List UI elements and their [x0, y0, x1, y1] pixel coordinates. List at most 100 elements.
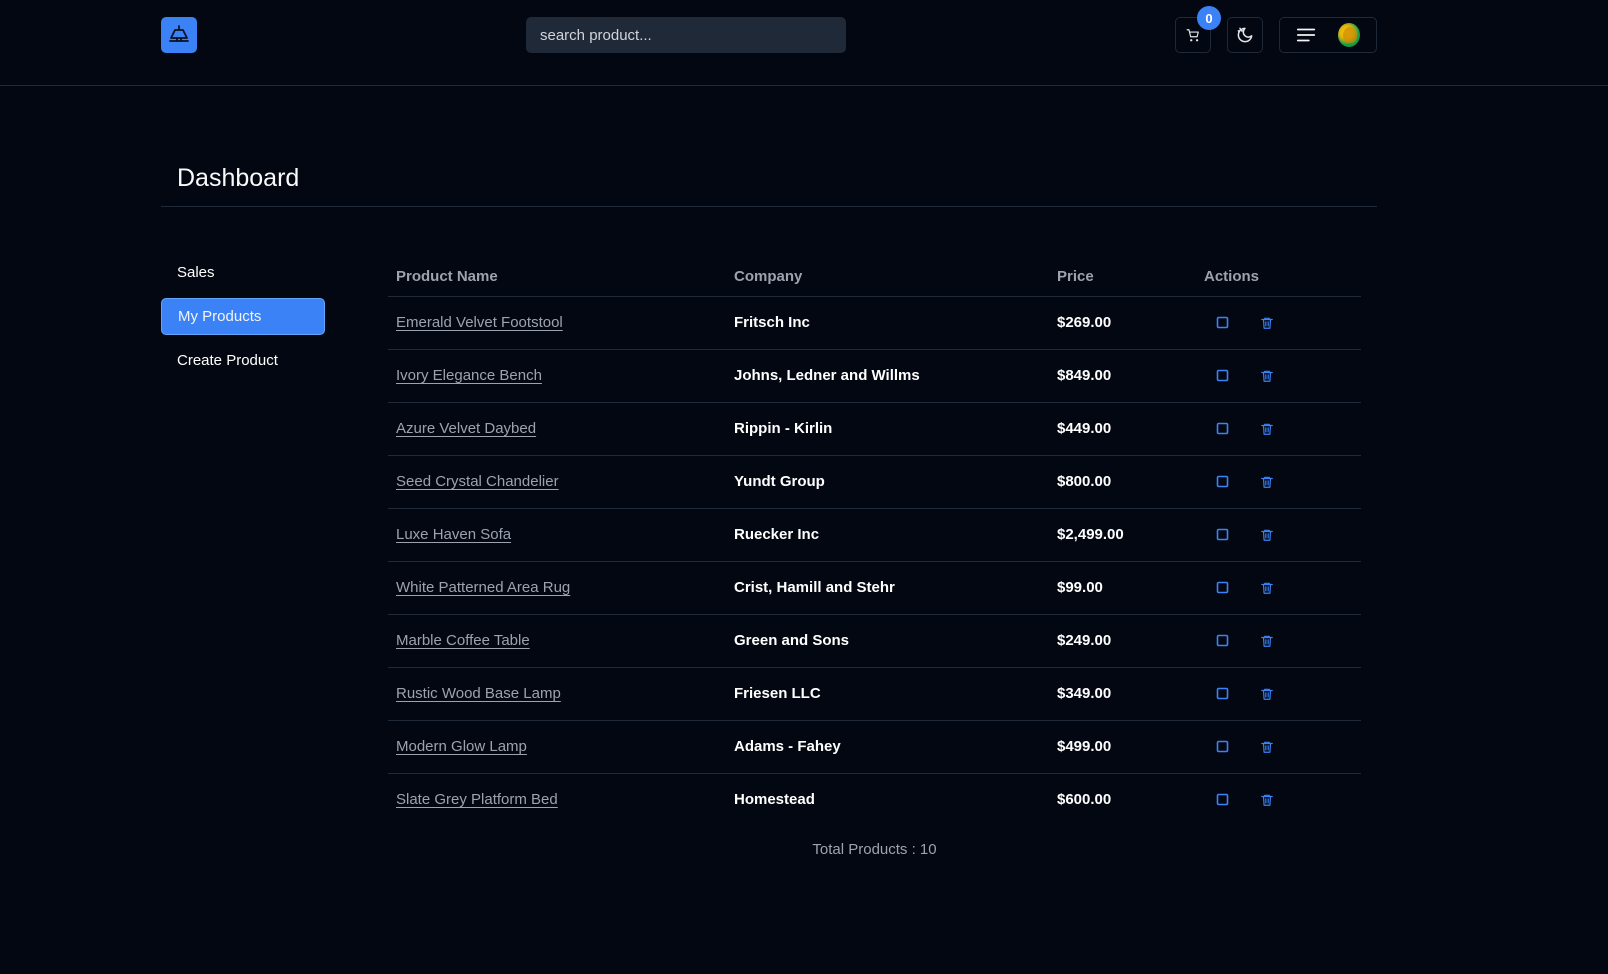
product-link[interactable]: Azure Velvet Daybed [396, 420, 536, 437]
trash-icon [1261, 317, 1273, 329]
product-link[interactable]: Luxe Haven Sofa [396, 526, 511, 543]
price-cell: $249.00 [1049, 614, 1196, 668]
edit-button[interactable] [1215, 316, 1229, 330]
product-link[interactable]: White Patterned Area Rug [396, 579, 570, 596]
title-divider [161, 206, 1377, 207]
delete-button[interactable] [1260, 687, 1274, 701]
sidebar-item-my-products[interactable]: My Products [161, 298, 325, 335]
sidebar-item-sales[interactable]: Sales [161, 254, 325, 291]
price-cell: $800.00 [1049, 455, 1196, 509]
avatar [1338, 23, 1360, 47]
edit-icon [1216, 475, 1228, 488]
column-header-actions: Actions [1196, 258, 1361, 297]
menu-icon [1296, 28, 1316, 42]
user-menu-button[interactable] [1279, 17, 1377, 53]
row-actions [1204, 581, 1353, 595]
price-cell: $449.00 [1049, 402, 1196, 456]
delete-button[interactable] [1260, 740, 1274, 754]
row-actions [1204, 740, 1353, 754]
table-row: Marble Coffee Table Green and Sons $249.00 [388, 614, 1361, 668]
trash-icon [1261, 423, 1273, 435]
actions-cell [1196, 349, 1361, 403]
product-link[interactable]: Seed Crystal Chandelier [396, 473, 559, 490]
edit-button[interactable] [1215, 740, 1229, 754]
product-name-cell: Marble Coffee Table [388, 614, 726, 668]
edit-button[interactable] [1215, 793, 1229, 807]
theme-toggle-button[interactable] [1227, 17, 1263, 53]
row-actions [1204, 316, 1353, 330]
product-name-cell: Rustic Wood Base Lamp [388, 667, 726, 721]
delete-button[interactable] [1260, 528, 1274, 542]
table-row: White Patterned Area Rug Crist, Hamill an… [388, 561, 1361, 615]
trash-icon [1261, 635, 1273, 647]
delete-button[interactable] [1260, 581, 1274, 595]
company-cell: Johns, Ledner and Willms [726, 349, 1049, 403]
price-cell: $2,499.00 [1049, 508, 1196, 562]
page-title: Dashboard [177, 164, 300, 192]
edit-button[interactable] [1215, 369, 1229, 383]
company-cell: Yundt Group [726, 455, 1049, 509]
sidebar-item-create-product[interactable]: Create Product [161, 342, 325, 379]
row-actions [1204, 422, 1353, 436]
product-link[interactable]: Ivory Elegance Bench [396, 367, 542, 384]
actions-cell [1196, 296, 1361, 350]
price-cell: $269.00 [1049, 296, 1196, 350]
delete-button[interactable] [1260, 475, 1274, 489]
price-cell: $499.00 [1049, 720, 1196, 774]
actions-cell [1196, 561, 1361, 615]
edit-button[interactable] [1215, 528, 1229, 542]
edit-icon [1216, 369, 1228, 382]
edit-icon [1216, 740, 1228, 753]
product-name-cell: Emerald Velvet Footstool [388, 296, 726, 350]
actions-cell [1196, 773, 1361, 826]
product-name-cell: Seed Crystal Chandelier [388, 455, 726, 509]
product-link[interactable]: Emerald Velvet Footstool [396, 314, 563, 331]
edit-button[interactable] [1215, 475, 1229, 489]
product-name-cell: White Patterned Area Rug [388, 561, 726, 615]
table-row: Slate Grey Platform Bed Homestead $600.00 [388, 773, 1361, 826]
table-row: Modern Glow Lamp Adams - Fahey $499.00 [388, 720, 1361, 774]
row-actions [1204, 687, 1353, 701]
top-navbar: 0 [0, 0, 1608, 86]
edit-icon [1216, 687, 1228, 700]
trash-icon [1261, 741, 1273, 753]
actions-cell [1196, 402, 1361, 456]
sidebar-item-label: Create Product [177, 352, 278, 369]
price-cell: $99.00 [1049, 561, 1196, 615]
edit-icon [1216, 581, 1228, 594]
product-name-cell: Modern Glow Lamp [388, 720, 726, 774]
product-name-cell: Slate Grey Platform Bed [388, 773, 726, 826]
search-input[interactable] [526, 17, 846, 53]
edit-icon [1216, 528, 1228, 541]
edit-button[interactable] [1215, 634, 1229, 648]
table-row: Ivory Elegance Bench Johns, Ledner and Wi… [388, 349, 1361, 403]
trash-icon [1261, 794, 1273, 806]
product-link[interactable]: Modern Glow Lamp [396, 738, 527, 755]
edit-button[interactable] [1215, 687, 1229, 701]
company-cell: Crist, Hamill and Stehr [726, 561, 1049, 615]
actions-cell [1196, 720, 1361, 774]
product-link[interactable]: Slate Grey Platform Bed [396, 791, 558, 808]
table-row: Azure Velvet Daybed Rippin - Kirlin $449.0… [388, 402, 1361, 456]
sidebar-item-label: My Products [178, 308, 262, 325]
delete-button[interactable] [1260, 422, 1274, 436]
product-link[interactable]: Marble Coffee Table [396, 632, 530, 649]
price-cell: $600.00 [1057, 791, 1112, 809]
delete-button[interactable] [1260, 369, 1274, 383]
company-cell: Ruecker Inc [726, 508, 1049, 562]
price-cell: $849.00 [1049, 349, 1196, 403]
delete-button[interactable] [1260, 316, 1274, 330]
delete-button[interactable] [1260, 634, 1274, 648]
product-link[interactable]: Rustic Wood Base Lamp [396, 685, 561, 702]
edit-button[interactable] [1215, 581, 1229, 595]
table-row: Emerald Velvet Footstool Fritsch Inc $269.… [388, 296, 1361, 350]
trash-icon [1261, 476, 1273, 488]
company-cell: Fritsch Inc [726, 296, 1049, 350]
row-actions [1204, 369, 1353, 383]
products-table-container: Product Name Company Price Actions Emera… [388, 258, 1361, 826]
delete-button[interactable] [1260, 793, 1274, 807]
sidebar-item-label: Sales [177, 264, 215, 281]
total-products-count: Total Products : 10 [812, 841, 937, 858]
edit-button[interactable] [1215, 422, 1229, 436]
logo-button[interactable] [161, 17, 197, 53]
